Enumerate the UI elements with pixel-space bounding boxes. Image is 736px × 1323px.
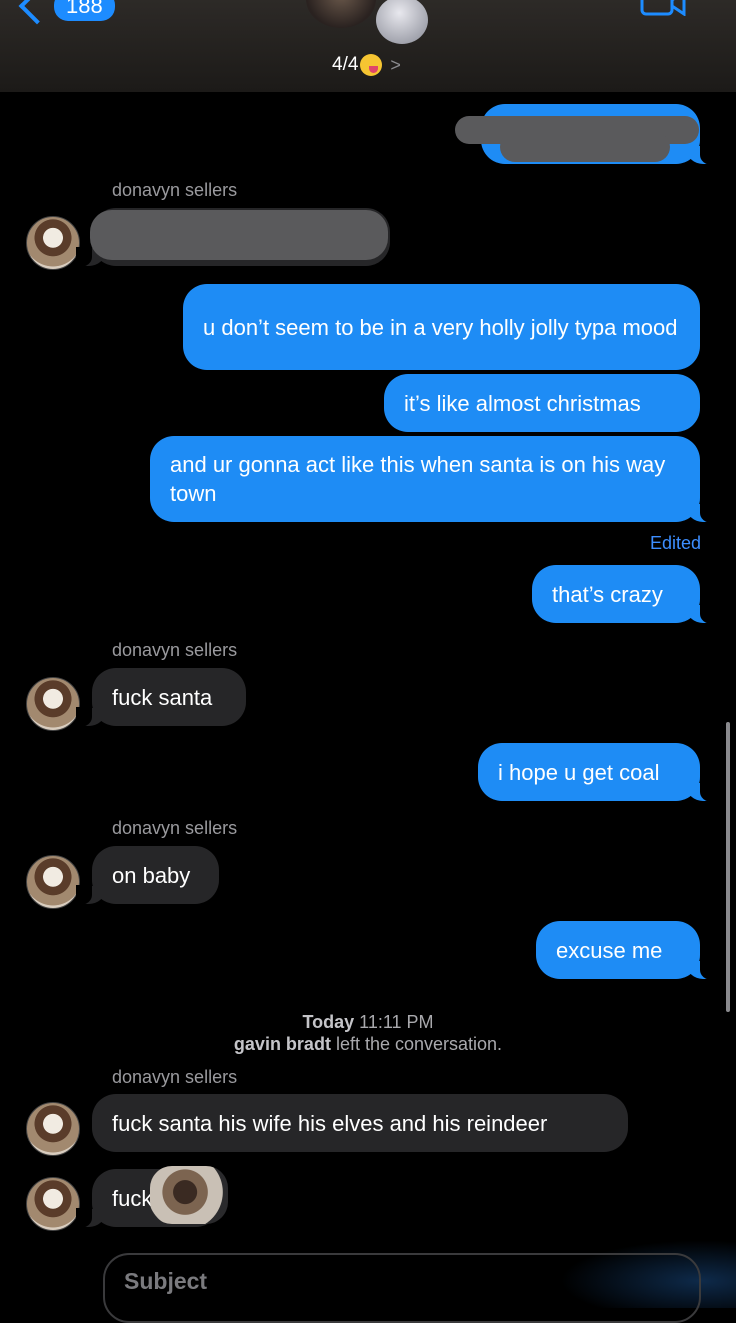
sender-name: donavyn sellers — [112, 1067, 238, 1087]
message-bubble-sent[interactable]: it’s like almost christmas — [384, 374, 700, 432]
timestamp-time: 11:11 PM — [359, 1012, 434, 1032]
participant-name: gavin bradt — [233, 1034, 331, 1054]
redaction — [500, 132, 670, 162]
group-details-button[interactable]: 4/4 > — [332, 54, 401, 76]
message-text: fuck — [112, 1185, 153, 1211]
chevron-left-icon — [18, 0, 56, 25]
avatar[interactable] — [26, 1102, 80, 1156]
message-text: excuse me — [556, 937, 663, 963]
subject-placeholder[interactable]: Subject — [124, 1268, 207, 1295]
avatar[interactable] — [26, 855, 80, 909]
message-bubble-received[interactable]: on baby — [76, 846, 219, 905]
message-text: that’s crazy — [552, 581, 663, 607]
message-bubble-received[interactable]: fuck santa — [76, 668, 246, 727]
message-bubble-received[interactable]: fuck santa his wife his elves and his re… — [92, 1094, 628, 1152]
timestamp-date: Today — [302, 1012, 355, 1032]
message-bubble-sent[interactable]: i hope u get coal — [478, 743, 716, 802]
message-text: fuck santa his wife his elves and his re… — [112, 1110, 548, 1136]
unread-count-badge: 188 — [54, 0, 115, 21]
video-call-icon[interactable] — [640, 0, 686, 16]
sender-name: donavyn sellers — [112, 818, 238, 838]
conversation-header: 188 4/4 > — [0, 0, 736, 92]
group-avatar[interactable] — [376, 0, 428, 44]
message-bubble-sent[interactable]: and ur gonna act like this when santa is… — [150, 436, 716, 523]
message-bubble-sent[interactable]: excuse me — [536, 921, 716, 980]
redaction — [90, 210, 388, 260]
message-text: i hope u get coal — [498, 759, 660, 785]
timestamp: Today 11:11 PM — [0, 1012, 736, 1033]
avatar[interactable] — [26, 1177, 80, 1231]
edited-label[interactable]: Edited — [650, 533, 701, 554]
system-notice: gavin bradt left the conversation. — [0, 1034, 736, 1055]
message-text: on baby — [112, 862, 191, 888]
message-text: u don’t seem to be in a very holly jolly… — [203, 314, 678, 340]
back-button[interactable]: 188 — [18, 0, 115, 25]
zany-face-emoji-icon — [360, 54, 383, 76]
sender-name: donavyn sellers — [112, 180, 238, 200]
chevron-right-icon: > — [390, 54, 401, 75]
message-text: and ur gonna act like this when santa is… — [170, 452, 666, 506]
avatar[interactable] — [26, 677, 80, 731]
system-notice-text: left the conversation. — [335, 1034, 503, 1054]
message-text: it’s like almost christmas — [404, 390, 641, 416]
participant-count: 4/4 — [332, 54, 359, 75]
message-text: fuck santa — [112, 684, 213, 710]
message-bubble-sent[interactable]: u don’t seem to be in a very holly jolly… — [183, 284, 700, 370]
scrollbar[interactable] — [726, 722, 730, 1012]
group-avatar[interactable] — [306, 0, 376, 28]
sender-name: donavyn sellers — [112, 640, 238, 660]
message-bubble-sent[interactable]: that’s crazy — [532, 565, 716, 624]
sticker-image[interactable] — [150, 1166, 228, 1224]
avatar[interactable] — [26, 216, 80, 270]
